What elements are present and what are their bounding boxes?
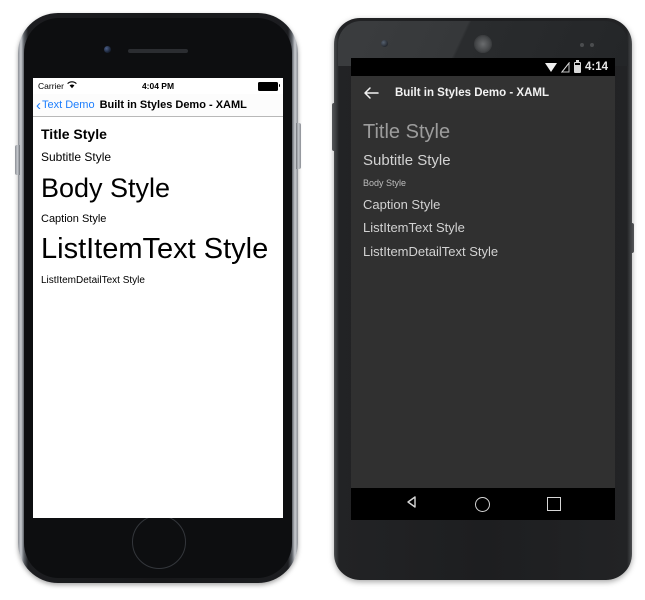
- list-item: Title Style: [41, 126, 107, 142]
- list-item: Subtitle Style: [41, 150, 112, 165]
- earpiece-speaker-icon: [474, 35, 492, 53]
- list-item: Subtitle Style: [363, 152, 451, 169]
- volume-button-icon[interactable]: [332, 103, 336, 151]
- wifi-icon: [544, 62, 557, 72]
- page-title: Built in Styles Demo - XAML: [99, 99, 247, 111]
- android-content-area: Title Style Subtitle Style Body Style Ca…: [351, 110, 615, 520]
- list-item: Body Style: [41, 172, 171, 203]
- android-device: 4:14 Built in Styles Demo - XAML Title S…: [332, 18, 634, 580]
- list-item: ListItemDetailText Style: [363, 243, 499, 259]
- page-title: Built in Styles Demo - XAML: [395, 87, 549, 99]
- ios-status-right: [258, 81, 280, 91]
- back-button[interactable]: ‹ Text Demo: [36, 98, 95, 113]
- arrow-left-icon[interactable]: [363, 86, 379, 100]
- battery-full-icon: [258, 81, 280, 91]
- back-button-label: Text Demo: [42, 99, 95, 111]
- wifi-icon: [67, 81, 77, 91]
- earpiece-speaker-icon: [128, 49, 188, 53]
- no-sim-signal-icon: [560, 62, 570, 73]
- android-screen: 4:14 Built in Styles Demo - XAML Title S…: [351, 58, 615, 520]
- ios-navigation-bar: ‹ Text Demo Built in Styles Demo - XAML: [33, 94, 283, 117]
- list-item: ListItemText Style: [41, 233, 269, 266]
- carrier-label: Carrier: [38, 81, 64, 91]
- screenshot-stage: Carrier 4:04 PM ‹ Text Demo Built in Sty…: [0, 0, 645, 600]
- chevron-left-icon: ‹: [36, 96, 41, 114]
- android-clock: 4:14: [584, 61, 608, 73]
- list-item: Caption Style: [41, 212, 107, 225]
- ios-content-area: Title Style Subtitle Style Body Style Ca…: [33, 117, 283, 286]
- home-button-icon[interactable]: [132, 515, 186, 569]
- android-action-bar: Built in Styles Demo - XAML: [351, 76, 615, 110]
- ios-status-left: Carrier: [38, 81, 77, 91]
- nav-recents-square-icon[interactable]: [546, 497, 561, 511]
- iphone-screen: Carrier 4:04 PM ‹ Text Demo Built in Sty…: [33, 78, 283, 518]
- android-status-icons: [544, 59, 581, 73]
- front-camera-icon: [104, 46, 111, 53]
- list-item: Caption Style: [363, 196, 441, 212]
- power-button-icon[interactable]: [296, 123, 301, 169]
- volume-button-icon[interactable]: [15, 145, 20, 175]
- android-status-bar: 4:14: [351, 58, 615, 76]
- front-camera-icon: [381, 40, 388, 47]
- ios-status-bar: Carrier 4:04 PM: [33, 78, 283, 94]
- iphone-device: Carrier 4:04 PM ‹ Text Demo Built in Sty…: [15, 13, 301, 583]
- list-item: Title Style: [363, 121, 451, 143]
- proximity-sensor-icon: [580, 43, 584, 47]
- list-item: Body Style: [363, 178, 407, 188]
- list-item: ListItemText Style: [363, 220, 465, 236]
- power-button-icon[interactable]: [630, 223, 634, 253]
- light-sensor-icon: [590, 43, 594, 47]
- nav-home-circle-icon[interactable]: [475, 496, 491, 512]
- list-item: ListItemDetailText Style: [41, 274, 145, 286]
- android-navigation-bar: [351, 488, 615, 520]
- nav-back-triangle-icon[interactable]: [405, 495, 419, 514]
- battery-icon: [573, 59, 581, 73]
